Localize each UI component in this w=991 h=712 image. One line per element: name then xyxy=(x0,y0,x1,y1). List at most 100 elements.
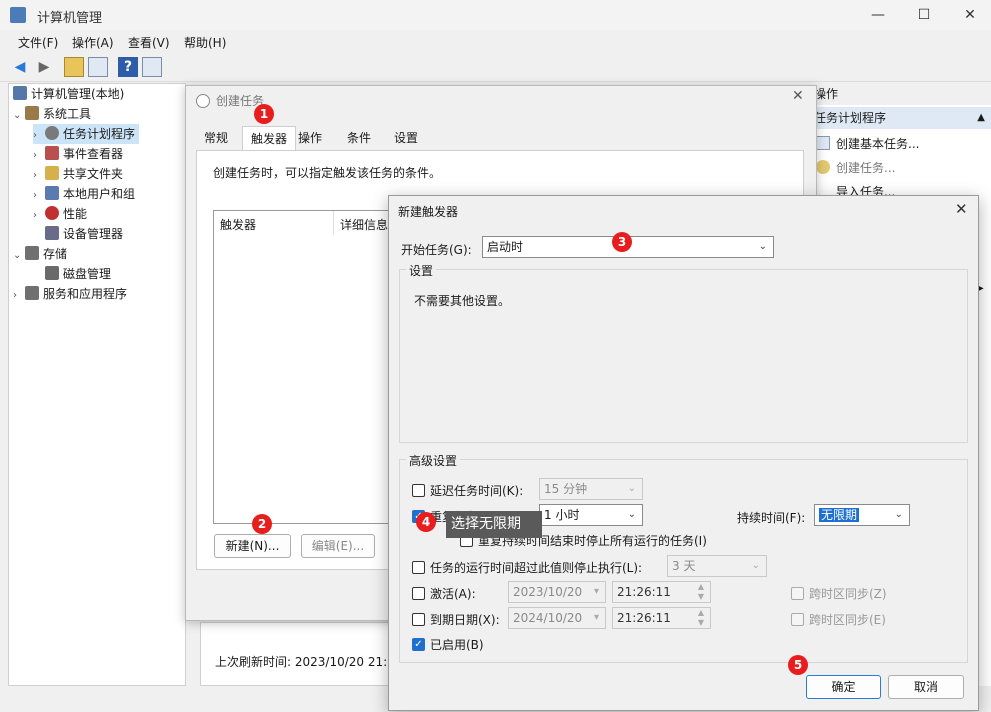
clock-icon xyxy=(45,126,59,140)
chevron-down-icon[interactable]: ⌄ xyxy=(13,106,25,126)
new-trigger-title: 新建触发器 xyxy=(398,205,459,219)
action-create-task[interactable]: 创建任务... xyxy=(816,159,895,176)
activate-date-picker[interactable]: 2023/10/20 ▾ xyxy=(508,581,606,603)
stop-if-longer-label: 任务的运行时间超过此值则停止执行(L): xyxy=(430,561,643,575)
column-header-details[interactable]: 详细信息 xyxy=(340,216,388,233)
chevron-down-icon: ⌄ xyxy=(627,509,636,520)
step-badge-3: 3 xyxy=(612,232,632,252)
task-icon xyxy=(816,160,830,174)
activate-checkbox[interactable] xyxy=(412,587,425,600)
expire-date-picker[interactable]: 2024/10/20 ▾ xyxy=(508,607,606,629)
event-viewer-icon xyxy=(45,146,59,160)
tree-item-event-viewer[interactable]: › 事件查看器 xyxy=(33,144,123,164)
tree-item-device-manager[interactable]: 设备管理器 xyxy=(45,224,123,244)
show-action-pane-icon[interactable] xyxy=(142,57,162,77)
task-summary-panel: 上次刷新时间: 2023/10/20 21:2 xyxy=(200,622,395,686)
delay-task-label: 延迟任务时间(K): xyxy=(430,484,524,498)
calendar-icon: ▾ xyxy=(593,612,599,623)
tree-item-services-apps[interactable]: › 服务和应用程序 xyxy=(13,284,127,304)
sync-timezone-expire-checkbox[interactable] xyxy=(791,613,804,626)
chevron-down-icon[interactable]: ⌄ xyxy=(13,246,25,266)
chevron-right-icon[interactable]: › xyxy=(33,206,45,226)
duration-dropdown[interactable]: 无限期 ⌄ xyxy=(814,504,910,526)
enabled-label: 已启用(B) xyxy=(430,638,484,652)
tree-item-storage[interactable]: ⌄ 存储 xyxy=(13,244,67,264)
storage-icon xyxy=(25,246,39,260)
menu-action[interactable]: 操作(A) xyxy=(72,34,114,51)
navigation-tree: 计算机管理(本地) ⌄ 系统工具 › 任务计划程序 › 事件查看器 › 共享文件夹 › 本… xyxy=(8,83,186,686)
ok-button[interactable]: 确定 xyxy=(806,675,881,699)
start-task-label: 开始任务(G): xyxy=(401,243,472,257)
chevron-right-icon[interactable]: › xyxy=(33,146,45,166)
close-icon[interactable]: ✕ xyxy=(955,200,968,218)
device-manager-icon xyxy=(45,226,59,240)
activate-time-spinner[interactable]: 21:26:11 ▲ ▼ xyxy=(612,581,711,603)
step-badge-1: 1 xyxy=(254,104,274,124)
tree-item-system-tools[interactable]: ⌄ 系统工具 xyxy=(13,104,91,124)
tree-item-local-users[interactable]: › 本地用户和组 xyxy=(33,184,135,204)
up-folder-icon[interactable] xyxy=(64,57,84,77)
tab-general[interactable]: 常规 xyxy=(196,126,236,150)
enabled-checkbox[interactable]: ✓ xyxy=(412,638,425,651)
repeat-interval-dropdown[interactable]: 1 小时 ⌄ xyxy=(539,504,643,526)
cancel-button[interactable]: 取消 xyxy=(888,675,964,699)
back-icon[interactable]: ◀ xyxy=(10,57,30,77)
task-icon xyxy=(816,136,830,150)
tree-item-task-scheduler[interactable]: › 任务计划程序 xyxy=(33,124,140,146)
performance-icon xyxy=(45,206,59,220)
actions-section-task-scheduler[interactable]: 任务计划程序 ▲ xyxy=(808,107,991,129)
minimize-icon[interactable]: — xyxy=(855,0,901,30)
collapse-up-icon[interactable]: ▲ xyxy=(977,107,985,129)
services-icon xyxy=(25,286,39,300)
tree-item-performance[interactable]: › 性能 xyxy=(33,204,87,224)
column-header-trigger[interactable]: 触发器 xyxy=(220,216,256,233)
delay-task-dropdown[interactable]: 15 分钟 ⌄ xyxy=(539,478,643,500)
disk-icon xyxy=(45,266,59,280)
tab-actions[interactable]: 操作 xyxy=(290,126,330,150)
tab-triggers[interactable]: 触发器 xyxy=(242,126,297,150)
clock-icon xyxy=(196,94,210,108)
shared-folder-icon xyxy=(45,166,59,180)
tree-item-shared-folders[interactable]: › 共享文件夹 xyxy=(33,164,123,184)
chevron-right-icon[interactable]: › xyxy=(33,166,45,186)
delay-task-checkbox[interactable] xyxy=(412,484,425,497)
menu-file[interactable]: 文件(F) xyxy=(18,34,58,51)
menu-help[interactable]: 帮助(H) xyxy=(184,34,226,51)
spinner-icon: ▲ ▼ xyxy=(697,582,704,601)
expire-checkbox[interactable] xyxy=(412,613,425,626)
action-create-basic-task[interactable]: 创建基本任务... xyxy=(816,135,919,152)
new-trigger-button[interactable]: 新建(N)... xyxy=(214,534,291,558)
tree-item-disk-management[interactable]: 磁盘管理 xyxy=(45,264,111,284)
chevron-right-icon[interactable]: › xyxy=(13,286,25,306)
settings-text: 不需要其他设置。 xyxy=(414,294,511,308)
stop-if-longer-checkbox[interactable] xyxy=(412,561,425,574)
sync-timezone-activate-checkbox[interactable] xyxy=(791,587,804,600)
close-icon[interactable]: ✕ xyxy=(792,88,804,104)
tree-item-computer-management[interactable]: 计算机管理(本地) xyxy=(13,84,124,104)
step-badge-4: 4 xyxy=(416,512,436,532)
tab-conditions[interactable]: 条件 xyxy=(339,126,379,150)
expire-time-spinner[interactable]: 21:26:11 ▲ ▼ xyxy=(612,607,711,629)
maximize-icon[interactable]: ☐ xyxy=(901,0,947,30)
tab-settings[interactable]: 设置 xyxy=(386,126,426,150)
stop-if-longer-dropdown[interactable]: 3 天 ⌄ xyxy=(667,555,767,577)
settings-group: 设置 不需要其他设置。 xyxy=(399,262,968,443)
close-icon[interactable]: ✕ xyxy=(947,0,991,30)
show-tree-icon[interactable] xyxy=(88,57,108,77)
edit-trigger-button[interactable]: 编辑(E)... xyxy=(301,534,375,558)
tools-icon xyxy=(25,106,39,120)
step-badge-5: 5 xyxy=(788,655,808,675)
app-icon xyxy=(10,7,26,23)
menu-view[interactable]: 查看(V) xyxy=(128,34,170,51)
triggers-description: 创建任务时，可以指定触发该任务的条件。 xyxy=(213,166,442,180)
chevron-down-icon: ⌄ xyxy=(627,483,636,494)
triggers-list[interactable]: 触发器 详细信息 xyxy=(213,210,413,524)
forward-icon[interactable]: ▶ xyxy=(34,57,54,77)
computer-icon xyxy=(13,86,27,100)
help-icon[interactable]: ? xyxy=(118,57,138,77)
chevron-right-icon[interactable]: › xyxy=(33,126,45,146)
new-trigger-dialog: 新建触发器 ✕ 开始任务(G): 启动时 ⌄ 设置 不需要其他设置。 高级设置 … xyxy=(388,195,979,711)
chevron-right-icon[interactable]: › xyxy=(33,186,45,206)
advanced-settings-group: 高级设置 延迟任务时间(K): 15 分钟 ⌄ ✓ 重复任务间隔(P): 1 小… xyxy=(399,452,968,663)
sync-timezone-expire-label: 跨时区同步(E) xyxy=(809,613,886,627)
